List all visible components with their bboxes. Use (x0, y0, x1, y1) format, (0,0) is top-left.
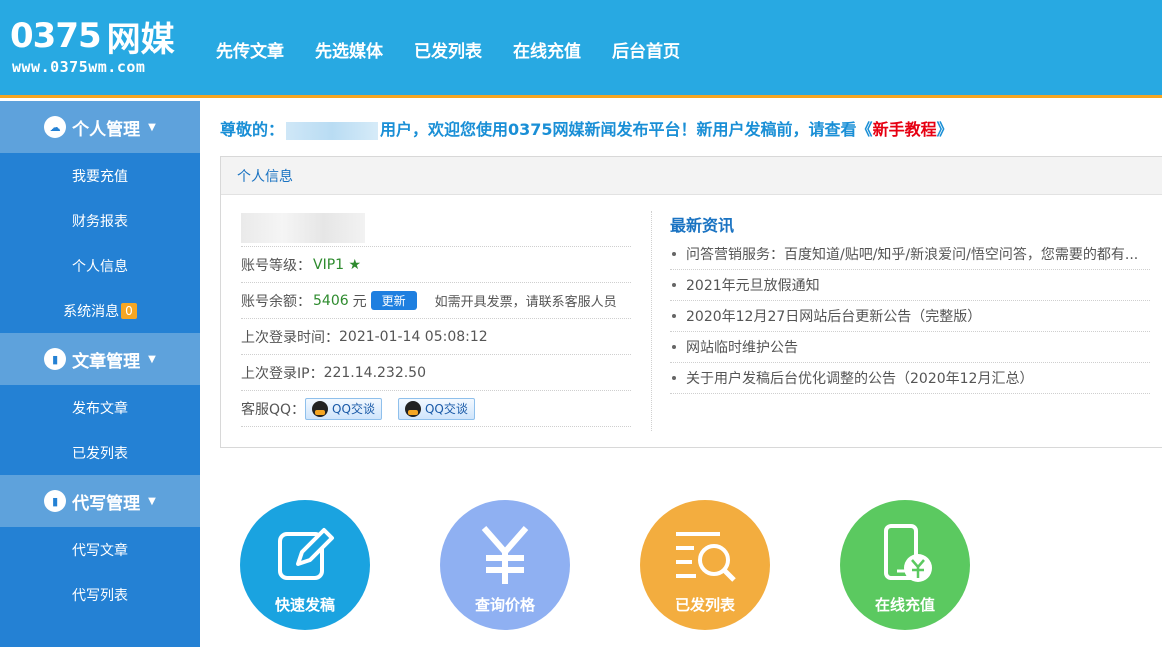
account-info: 账号等级： VIP1 ★ 账号余额： 5406 元 更新 如需开具发票，请联系客… (241, 209, 631, 427)
sidebar: ☁ 个人管理 ▼ 我要充值 财务报表 个人信息 系统消息 0 ▮ 文章管理 ▼ … (0, 101, 200, 647)
account-balance-row: 账号余额： 5406 元 更新 如需开具发票，请联系客服人员 (241, 283, 631, 319)
balance-unit: 元 (352, 293, 367, 310)
last-login-time-row: 上次登录时间： 2021-01-14 05:08:12 (241, 319, 631, 355)
last-login-ip: 221.14.232.50 (323, 364, 427, 381)
logo-mark: 0375 网媒 (10, 14, 175, 60)
redacted-username (286, 121, 379, 140)
column-divider (651, 211, 652, 431)
bullet-icon (672, 283, 676, 287)
level-label: 账号等级： (241, 257, 311, 274)
news-item[interactable]: 2021年元旦放假通知 (670, 270, 1150, 301)
news-item[interactable]: 网站临时维护公告 (670, 332, 1150, 363)
qq-penguin-icon (312, 400, 329, 417)
sidebar-group-ghostwriting[interactable]: ▮ 代写管理 ▼ (0, 475, 200, 527)
tutorial-link[interactable]: 新手教程 (873, 120, 937, 139)
last-login-ip-label: 上次登录IP： (241, 365, 324, 382)
qq-button-label: QQ交谈 (424, 402, 468, 416)
phone-yen-icon (884, 523, 932, 582)
quick-action-label: 已发列表 (674, 595, 735, 614)
bullet-icon (672, 314, 676, 318)
welcome-suffix: 》 (936, 120, 953, 139)
qq-chat-button-2[interactable]: QQ交谈 (397, 397, 475, 420)
qq-chat-button-1[interactable]: QQ交谈 (305, 397, 382, 420)
logo-brand: 网媒 (106, 19, 175, 60)
bullet-icon (672, 252, 676, 256)
balance-value: 5406 (313, 292, 349, 309)
welcome-prefix: 尊敬的： (220, 120, 285, 139)
level-value: VIP1 ★ (313, 256, 362, 273)
latest-news: 最新资讯 问答营销服务：百度知道/贴吧/知乎/新浪爱问/悟空问答，您需要的都有.… (670, 209, 1150, 394)
message-count-badge: 0 (121, 302, 137, 319)
top-header: 0375 网媒 www.0375wm.com 先传文章 先选媒体 已发列表 在线… (0, 0, 1162, 98)
quick-submit-button[interactable]: 快速发稿 (240, 500, 370, 630)
yen-icon (481, 525, 529, 584)
sidebar-group-label: 个人管理 (72, 119, 141, 140)
sidebar-item-profile[interactable]: 个人信息 (0, 243, 200, 288)
quick-action-label: 在线充值 (874, 595, 935, 614)
book-icon: ▮ (44, 348, 67, 370)
personal-info-panel: 个人信息 账号等级： VIP1 ★ 账号余额： 5406 元 更新 如需开具发票… (220, 156, 1162, 448)
welcome-message: 尊敬的： 用户，欢迎您使用0375网媒新闻发布平台！新用户发稿前，请查看《新手教程… (220, 116, 953, 140)
sidebar-item-recharge[interactable]: 我要充值 (0, 153, 200, 198)
bullet-icon (672, 345, 676, 349)
last-login-time-label: 上次登录时间： (241, 329, 339, 346)
news-item[interactable]: 2020年12月27日网站后台更新公告（完整版） (670, 301, 1150, 332)
last-login-ip-row: 上次登录IP： 221.14.232.50 (241, 355, 631, 391)
news-item[interactable]: 关于用户发稿后台优化调整的公告（2020年12月汇总） (670, 363, 1150, 394)
edit-icon (278, 527, 334, 580)
list-search-icon (676, 531, 736, 582)
account-level-row: 账号等级： VIP1 ★ (241, 247, 631, 283)
nav-select-media[interactable]: 先选媒体 (315, 37, 383, 62)
logo-url: www.0375wm.com (12, 58, 146, 76)
customer-service-row: 客服QQ： QQ交谈 QQ交谈 (241, 391, 631, 427)
top-nav: 先传文章 先选媒体 已发列表 在线充值 后台首页 (216, 0, 711, 98)
panel-title: 个人信息 (221, 157, 1162, 195)
published-list-button[interactable]: 已发列表 (640, 500, 770, 630)
sidebar-item-finance[interactable]: 财务报表 (0, 198, 200, 243)
qq-penguin-icon (404, 400, 421, 417)
sidebar-item-messages[interactable]: 系统消息 0 (0, 288, 200, 333)
welcome-text: 用户，欢迎您使用0375网媒新闻发布平台！新用户发稿前，请查看《 (380, 120, 873, 139)
sidebar-item-ghost-list[interactable]: 代写列表 (0, 572, 200, 617)
nav-upload-article[interactable]: 先传文章 (216, 37, 284, 62)
service-label: 客服QQ： (241, 401, 306, 418)
nav-published-list[interactable]: 已发列表 (414, 37, 482, 62)
sidebar-group-label: 代写管理 (72, 493, 141, 514)
bullet-icon (672, 376, 676, 380)
nav-online-recharge[interactable]: 在线充值 (513, 37, 581, 62)
sidebar-item-publish-article[interactable]: 发布文章 (0, 385, 200, 430)
sidebar-group-articles[interactable]: ▮ 文章管理 ▼ (0, 333, 200, 385)
sidebar-group-label: 文章管理 (72, 351, 141, 372)
account-name-row (241, 209, 631, 247)
sidebar-group-personal[interactable]: ☁ 个人管理 ▼ (0, 101, 200, 153)
cloud-icon: ☁ (44, 116, 67, 138)
last-login-time: 2021-01-14 05:08:12 (339, 328, 488, 345)
online-recharge-button[interactable]: 在线充值 (840, 500, 970, 630)
quick-action-label: 查询价格 (474, 595, 535, 614)
balance-label: 账号余额： (241, 293, 311, 310)
qq-button-label: QQ交谈 (332, 402, 375, 416)
caret-down-icon: ▼ (148, 495, 156, 507)
sidebar-item-ghost-article[interactable]: 代写文章 (0, 527, 200, 572)
news-item[interactable]: 问答营销服务：百度知道/贴吧/知乎/新浪爱问/悟空问答，您需要的都有... (670, 239, 1150, 270)
logo-digits: 0375 (10, 16, 102, 56)
news-title: 最新资讯 (670, 216, 735, 235)
renew-button[interactable]: 更新 (370, 291, 417, 310)
nav-admin-home[interactable]: 后台首页 (612, 37, 680, 62)
redacted-account-name (241, 212, 365, 243)
caret-down-icon: ▼ (148, 121, 156, 133)
query-price-button[interactable]: 查询价格 (440, 500, 570, 630)
sidebar-item-label: 系统消息 (63, 303, 120, 320)
sidebar-item-published-list[interactable]: 已发列表 (0, 430, 200, 475)
quick-action-label: 快速发稿 (274, 595, 335, 614)
caret-down-icon: ▼ (148, 353, 156, 365)
invoice-note: 如需开具发票，请联系客服人员 (434, 295, 617, 310)
site-logo[interactable]: 0375 网媒 www.0375wm.com (10, 14, 190, 80)
book-icon: ▮ (44, 490, 67, 512)
